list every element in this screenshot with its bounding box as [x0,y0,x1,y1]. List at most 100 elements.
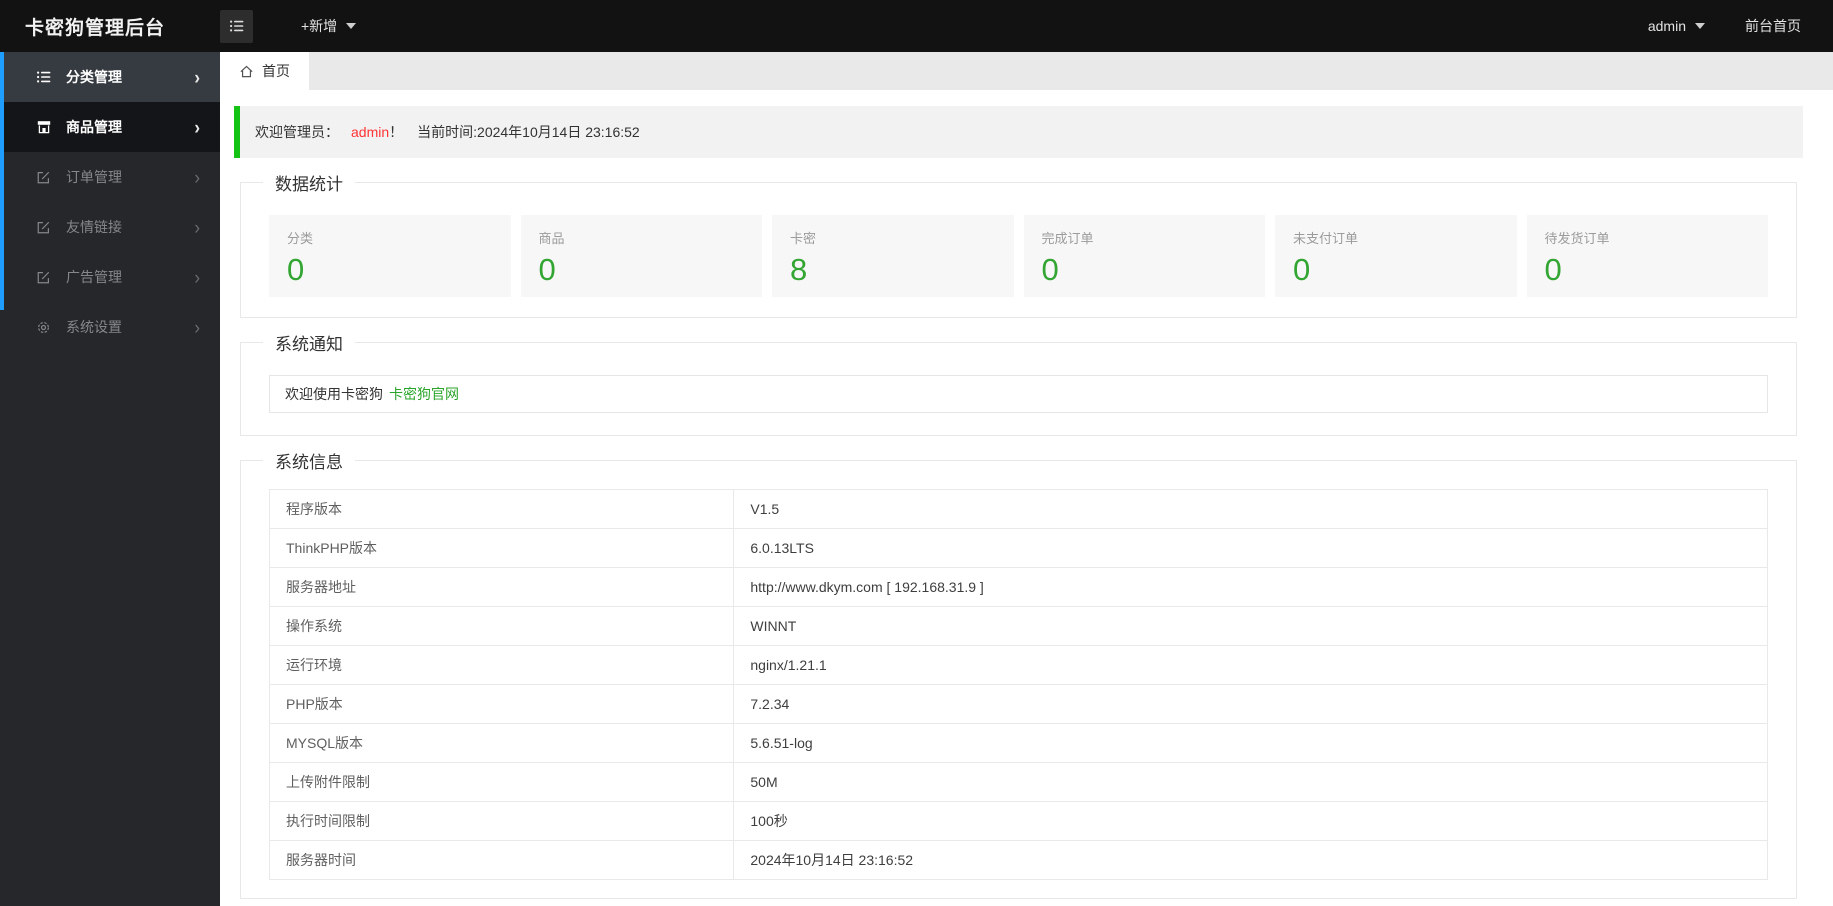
stat-label: 商品 [538,231,565,246]
stat-value: 0 [287,252,305,287]
chevron-right-icon: › [194,116,200,138]
notice-section: 系统通知 欢迎使用卡密狗 卡密狗官网 [240,330,1797,436]
table-row: PHP版本 7.2.34 [268,684,1768,724]
row-value: 7.2.34 [733,684,1768,724]
frontend-home-link[interactable]: 前台首页 [1745,16,1801,36]
sidebar-item-links[interactable]: 友情链接 › [0,202,220,252]
sidebar-item-label: 订单管理 [66,169,122,185]
stat-label: 未支付订单 [1293,231,1359,246]
welcome-time: 当前时间:2024年10月14日 23:16:52 [417,124,640,140]
row-label: 程序版本 [268,489,735,529]
welcome-alert: 欢迎管理员： admin！ 当前时间:2024年10月14日 23:16:52 [234,106,1803,158]
edit-icon [36,269,54,285]
edit-icon [36,219,54,235]
stat-card-category: 分类 0 [269,215,511,297]
sidebar-item-label: 系统设置 [66,319,122,335]
menu-toggle-button[interactable] [220,9,253,43]
app-title: 卡密狗管理后台 [25,17,166,39]
tab-home[interactable]: 首页 [220,52,309,90]
chevron-right-icon: › [194,316,200,338]
chevron-down-icon [346,23,357,29]
sidebar-item-label: 分类管理 [66,69,122,85]
stat-value: 8 [790,252,808,287]
official-site-link[interactable]: 卡密狗官网 [389,386,459,402]
chevron-right-icon: › [194,216,200,238]
stat-cards: 分类 0 商品 0 卡密 8 完成订单 0 未支付订单 0 待发货订单 0 [269,215,1768,297]
sidebar-nav: 分类管理 › 商品管理 › 订单管理 › 友情链接 › 广告管理 › 系统设置 … [0,52,220,906]
stat-card-completed-orders: 完成订单 0 [1023,215,1265,297]
stats-section-title: 数据统计 [263,170,355,195]
stat-value: 0 [1544,252,1562,287]
sidebar-item-goods[interactable]: 商品管理 › [0,102,220,152]
row-label: 上传附件限制 [268,762,735,802]
gear-icon [36,319,54,335]
row-label: MYSQL版本 [268,723,735,763]
welcome-prefix: 欢迎管理员： [255,124,339,140]
add-new-label: +新增 [301,18,338,34]
stat-label: 分类 [287,231,314,246]
row-label: 执行时间限制 [268,801,735,841]
header-right: admin 前台首页 [1648,16,1833,36]
row-value: WINNT [733,606,1768,646]
hamburger-list-icon [229,18,245,34]
row-value: 50M [733,762,1768,802]
row-label: 操作系统 [268,606,735,646]
welcome-username: admin [351,124,390,140]
table-row: 运行环境 nginx/1.21.1 [268,645,1768,685]
sidebar-item-orders[interactable]: 订单管理 › [0,152,220,202]
row-value: 2024年10月14日 23:16:52 [733,840,1768,880]
sidebar-item-label: 广告管理 [66,269,122,285]
notice-section-title: 系统通知 [263,330,355,355]
tab-bar: 首页 [220,52,1833,90]
add-new-dropdown[interactable]: +新增 [301,16,357,36]
table-row: 服务器地址 http://www.dkym.com [ 192.168.31.9… [268,567,1768,607]
table-row: ThinkPHP版本 6.0.13LTS [268,528,1768,568]
stat-value: 0 [538,252,556,287]
stats-section: 数据统计 分类 0 商品 0 卡密 8 完成订单 0 未支付订单 0 待发货订单… [240,170,1797,318]
home-icon [239,64,254,79]
row-label: 运行环境 [268,645,735,685]
row-label: 服务器地址 [268,567,735,607]
sidebar-item-ads[interactable]: 广告管理 › [0,252,220,302]
table-row: 程序版本 V1.5 [268,489,1768,529]
stat-card-pending-shipment: 待发货订单 0 [1526,215,1768,297]
sidebar-item-label: 商品管理 [66,119,122,135]
sysinfo-section: 系统信息 程序版本 V1.5 ThinkPHP版本 6.0.13LTS 服务器地… [240,448,1797,899]
row-value: nginx/1.21.1 [733,645,1768,685]
row-value: 100秒 [733,801,1768,841]
sidebar-scrollbar[interactable] [0,52,4,310]
stat-value: 0 [1041,252,1059,287]
stat-card-cardkeys: 卡密 8 [772,215,1014,297]
row-label: 服务器时间 [268,840,735,880]
sidebar-item-settings[interactable]: 系统设置 › [0,302,220,352]
row-value: http://www.dkym.com [ 192.168.31.9 ] [733,567,1768,607]
stat-label: 完成订单 [1041,231,1094,246]
notice-box: 欢迎使用卡密狗 卡密狗官网 [269,375,1768,413]
stat-value: 0 [1293,252,1311,287]
table-row: 操作系统 WINNT [268,606,1768,646]
stat-card-goods: 商品 0 [520,215,762,297]
chevron-right-icon: › [194,166,200,188]
table-row: 服务器时间 2024年10月14日 23:16:52 [268,840,1768,880]
table-row: 执行时间限制 100秒 [268,801,1768,841]
edit-icon [36,169,54,185]
chevron-down-icon [1695,23,1705,29]
tab-home-label: 首页 [262,63,290,79]
list-icon [36,69,54,85]
sysinfo-table: 程序版本 V1.5 ThinkPHP版本 6.0.13LTS 服务器地址 htt… [268,489,1768,880]
table-row: 上传附件限制 50M [268,762,1768,802]
stat-label: 待发货订单 [1544,231,1610,246]
stat-label: 卡密 [790,231,817,246]
sysinfo-section-title: 系统信息 [263,448,355,473]
sidebar-item-label: 友情链接 [66,219,122,235]
shop-icon [36,119,54,135]
welcome-exclaim: ！ [389,124,404,140]
user-dropdown[interactable]: admin [1648,18,1705,34]
row-value: 6.0.13LTS [733,528,1768,568]
top-header: 卡密狗管理后台 +新增 admin 前台首页 [0,0,1833,52]
stat-card-unpaid-orders: 未支付订单 0 [1275,215,1517,297]
page-content: 欢迎管理员： admin！ 当前时间:2024年10月14日 23:16:52 数据… [220,90,1833,899]
chevron-right-icon: › [194,266,200,288]
notice-text: 欢迎使用卡密狗 [285,386,383,402]
sidebar-item-category[interactable]: 分类管理 › [0,52,220,102]
